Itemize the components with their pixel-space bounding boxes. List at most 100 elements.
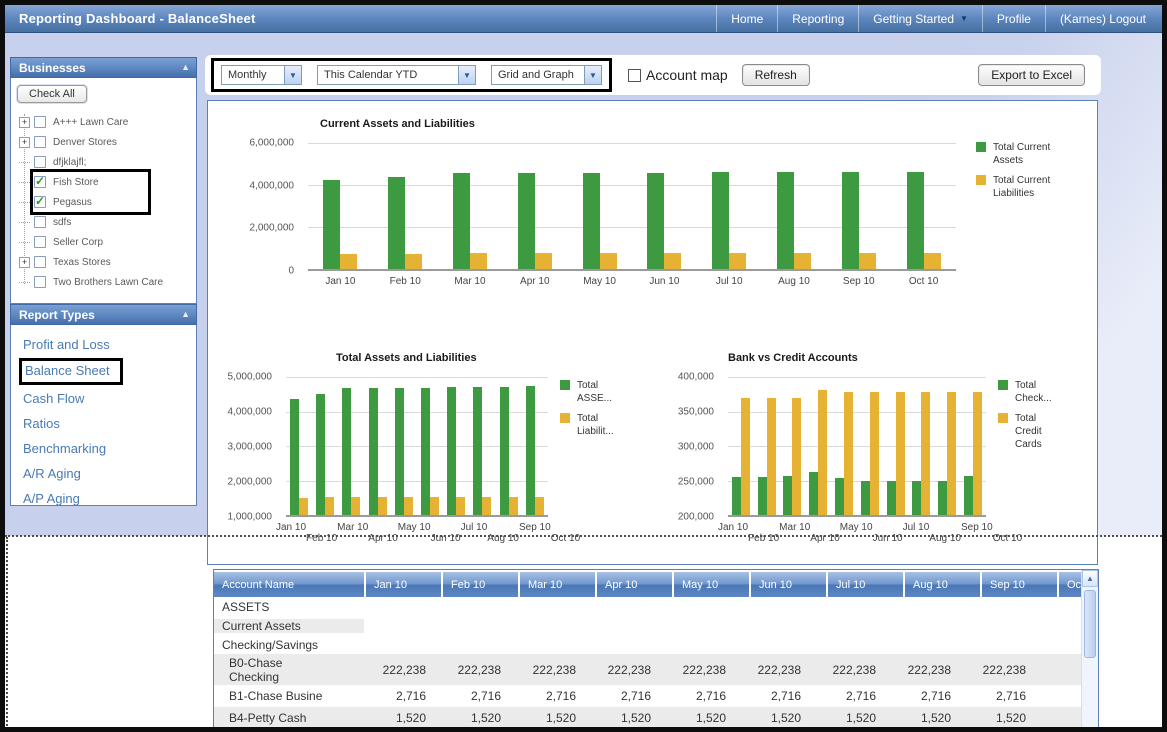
bar-green[interactable] <box>783 476 792 515</box>
bar-green[interactable] <box>732 477 741 515</box>
bar-yellow[interactable] <box>741 398 750 515</box>
check-all-button[interactable]: Check All <box>17 85 87 103</box>
table-row-b0-chase-checking: B0-ChaseChecking222,238222,238222,238222… <box>214 654 1081 685</box>
expand-plus-icon[interactable]: + <box>19 257 30 268</box>
chevron-down-icon[interactable]: ▼ <box>284 66 301 84</box>
expand-plus-icon[interactable]: + <box>19 117 30 128</box>
bar-green[interactable] <box>887 481 896 516</box>
report-type-benchmarking[interactable]: Benchmarking <box>23 441 106 456</box>
column-header-oct[interactable]: Oct <box>1059 572 1081 597</box>
column-header-feb-10[interactable]: Feb 10 <box>443 572 518 597</box>
account-name-cell: B4-Petty Cash <box>214 711 364 725</box>
tree-stub <box>19 202 30 203</box>
balance-sheet-grid: Account NameJan 10Feb 10Mar 10Apr 10May … <box>213 569 1099 727</box>
value-cell: 222,238 <box>364 663 439 677</box>
unchecked-checkbox-icon[interactable] <box>34 136 46 148</box>
report-type-a-p-aging[interactable]: A/P Aging <box>23 491 80 506</box>
grid-vertical-scrollbar[interactable]: ▲ <box>1081 570 1098 727</box>
bar-green[interactable] <box>861 481 870 516</box>
bar-green[interactable] <box>835 478 844 515</box>
nav-profile[interactable]: Profile <box>982 5 1045 32</box>
chart-plot-area <box>728 377 986 517</box>
account-map-checkbox[interactable]: Account map <box>628 67 728 83</box>
tree-item-label: Fish Store <box>53 177 99 188</box>
column-header-sep-10[interactable]: Sep 10 <box>982 572 1057 597</box>
scroll-up-arrow-icon[interactable]: ▲ <box>1082 570 1098 587</box>
unchecked-checkbox-icon[interactable] <box>34 116 46 128</box>
column-header-mar-10[interactable]: Mar 10 <box>520 572 595 597</box>
table-row-current-assets: Current Assets <box>214 616 1081 635</box>
column-header-jan-10[interactable]: Jan 10 <box>366 572 441 597</box>
unchecked-checkbox-icon[interactable] <box>34 216 46 228</box>
chart-x-axis: Jan 10Feb 10Mar 10Apr 10May 10Jun 10Jul … <box>718 522 996 533</box>
tree-item-label: dfjklajfl; <box>53 157 86 168</box>
bar-yellow[interactable] <box>792 398 801 515</box>
report-type-a-r-aging[interactable]: A/R Aging <box>23 466 81 481</box>
nav--karnes-logout[interactable]: (Karnes) Logout <box>1045 5 1160 32</box>
column-header-aug-10[interactable]: Aug 10 <box>905 572 980 597</box>
table-row-b4-petty-cash: B4-Petty Cash1,5201,5201,5201,5201,5201,… <box>214 707 1081 727</box>
report-type-cash-flow[interactable]: Cash Flow <box>23 391 84 406</box>
report-type-balance-sheet[interactable]: Balance Sheet <box>19 358 123 385</box>
y-tick-label: 350,000 <box>648 407 714 418</box>
value-cell: 222,238 <box>889 663 964 677</box>
nav-getting-started[interactable]: Getting Started▼ <box>858 5 982 32</box>
view-mode-dropdown[interactable]: Grid and Graph ▼ <box>491 65 602 85</box>
refresh-button[interactable]: Refresh <box>742 64 810 86</box>
column-header-apr-10[interactable]: Apr 10 <box>597 572 672 597</box>
export-to-excel-button[interactable]: Export to Excel <box>978 64 1085 86</box>
bar-yellow[interactable] <box>947 392 956 515</box>
page-break-dotted-line <box>5 535 1162 537</box>
report-type-ratios[interactable]: Ratios <box>23 416 60 431</box>
nav-reporting[interactable]: Reporting <box>777 5 858 32</box>
bar-yellow[interactable] <box>844 392 853 515</box>
report-type-profit-and-loss[interactable]: Profit and Loss <box>23 337 110 352</box>
collapse-arrow-icon[interactable]: ▲ <box>181 310 190 319</box>
value-cell: 2,716 <box>664 689 739 703</box>
checked-checkbox-icon[interactable] <box>34 176 46 188</box>
bar-green[interactable] <box>809 472 818 515</box>
unchecked-checkbox-icon[interactable] <box>34 276 46 288</box>
checkbox-icon[interactable] <box>628 69 641 82</box>
nav-item-label: Home <box>731 12 763 26</box>
businesses-panel-header[interactable]: Businesses ▲ <box>10 57 197 78</box>
bar-yellow[interactable] <box>870 392 879 515</box>
account-name-cell: Current Assets <box>214 619 364 633</box>
nav-home[interactable]: Home <box>716 5 777 32</box>
unchecked-checkbox-icon[interactable] <box>34 256 46 268</box>
chevron-down-icon[interactable]: ▼ <box>584 66 601 84</box>
bar-yellow[interactable] <box>818 390 827 515</box>
x-tick-label: May 10 <box>840 522 873 533</box>
checked-checkbox-icon[interactable] <box>34 196 46 208</box>
column-header-jul-10[interactable]: Jul 10 <box>828 572 903 597</box>
legend-label: TotalCreditCards <box>1015 412 1042 451</box>
nav-item-label: Getting Started <box>873 12 954 26</box>
date-range-dropdown[interactable]: This Calendar YTD ▼ <box>317 65 476 85</box>
period-dropdown[interactable]: Monthly ▼ <box>221 65 302 85</box>
unchecked-checkbox-icon[interactable] <box>34 236 46 248</box>
chevron-down-icon[interactable]: ▼ <box>458 66 475 84</box>
column-header-account-name[interactable]: Account Name <box>214 572 364 597</box>
column-header-jun-10[interactable]: Jun 10 <box>751 572 826 597</box>
legend-item: TotalCreditCards <box>998 412 1052 451</box>
tree-item-dfjklajfl-: dfjklajfl; <box>14 152 193 172</box>
report-types-panel-header[interactable]: Report Types ▲ <box>10 304 197 325</box>
expand-plus-icon[interactable]: + <box>19 137 30 148</box>
column-header-may-10[interactable]: May 10 <box>674 572 749 597</box>
table-row-checking-savings: Checking/Savings <box>214 635 1081 654</box>
tree-item-pegasus: Pegasus <box>14 192 193 212</box>
value-cell: 2,716 <box>514 689 589 703</box>
bar-green[interactable] <box>938 481 947 515</box>
collapse-arrow-icon[interactable]: ▲ <box>181 63 190 72</box>
bar-green[interactable] <box>758 477 767 515</box>
bar-green[interactable] <box>964 476 973 515</box>
unchecked-checkbox-icon[interactable] <box>34 156 46 168</box>
x-tick-label: Jan 10 <box>718 522 748 533</box>
bar-yellow[interactable] <box>896 392 905 515</box>
bar-green[interactable] <box>912 481 921 516</box>
businesses-panel: Check All +A+++ Lawn Care+Denver Storesd… <box>10 78 197 304</box>
bar-yellow[interactable] <box>767 398 776 515</box>
scrollbar-thumb[interactable] <box>1084 590 1096 658</box>
bar-yellow[interactable] <box>921 392 930 515</box>
bar-yellow[interactable] <box>973 392 982 515</box>
